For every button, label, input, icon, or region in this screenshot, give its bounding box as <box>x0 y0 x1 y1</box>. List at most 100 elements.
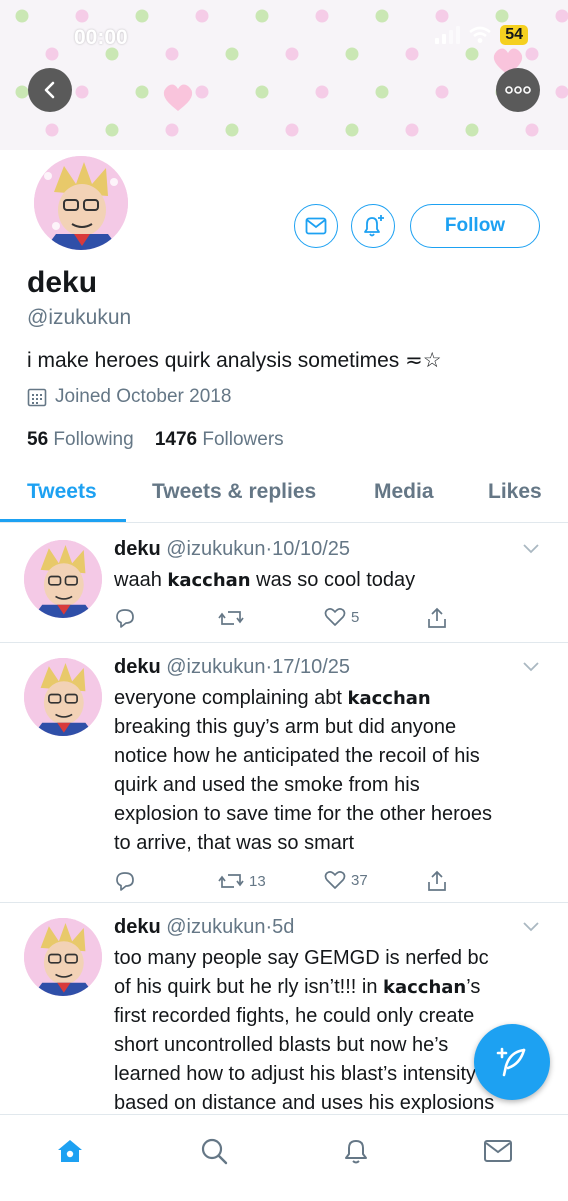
message-button[interactable] <box>294 204 338 248</box>
banner-pattern <box>0 0 568 150</box>
retweet-button[interactable]: 13 <box>218 870 266 892</box>
heart-icon <box>324 607 346 627</box>
bell-plus-icon <box>360 213 386 239</box>
retweet-icon <box>218 870 244 892</box>
followers-count: 1476 <box>155 429 197 450</box>
tweet-avatar[interactable] <box>24 540 102 618</box>
bottom-navigation <box>0 1114 568 1201</box>
tweet-avatar[interactable] <box>24 918 102 996</box>
profile-avatar[interactable] <box>34 156 128 250</box>
status-icons: 54 <box>435 25 528 45</box>
tweet-actions: 5 <box>114 607 454 633</box>
reply-button[interactable] <box>114 607 136 629</box>
tweet-options-button[interactable] <box>522 660 540 678</box>
share-icon <box>426 607 448 629</box>
feather-plus-icon <box>494 1044 530 1080</box>
calendar-icon <box>27 387 47 407</box>
like-button[interactable]: 37 <box>324 870 368 890</box>
tweet-text-line: breaking this guy’s arm but did anyone <box>114 713 544 742</box>
profile-bio: i make heroes quirk analysis sometimes ≂… <box>27 348 442 373</box>
tweet-header: deku @izukukun·5d <box>114 916 294 939</box>
profile-tabs: Tweets Tweets & replies Media Likes <box>0 470 568 523</box>
like-count: 5 <box>351 609 359 626</box>
reply-icon <box>114 870 136 892</box>
followers-link[interactable]: 1476 Followers <box>155 429 284 450</box>
tweet[interactable]: deku @izukukun·17/10/25 everyone complai… <box>0 642 568 903</box>
tweet-text-line: everyone complaining abt kacchan <box>114 684 544 713</box>
bell-icon <box>341 1136 371 1166</box>
following-label: Following <box>53 429 133 450</box>
tweet-header: deku @izukukun·10/10/25 <box>114 538 350 561</box>
follow-stats: 56 Following 1476 Followers <box>27 429 284 451</box>
tweet-text-line: quirk and used the smoke from his <box>114 771 544 800</box>
tweet-options-button[interactable] <box>522 542 540 560</box>
tweet-author-name: deku <box>114 916 161 938</box>
chevron-down-icon <box>522 661 540 673</box>
envelope-icon <box>305 217 327 235</box>
share-icon <box>426 870 448 892</box>
signal-icon <box>435 26 460 44</box>
avatar-illustration <box>34 156 128 250</box>
avatar-illustration <box>24 658 102 736</box>
tweet-text-line: to arrive, that was so smart <box>114 829 544 858</box>
chevron-down-icon <box>522 921 540 933</box>
nav-messages[interactable] <box>478 1133 518 1169</box>
home-icon <box>55 1136 85 1166</box>
tweet-text: waah kacchan was so cool today <box>114 566 544 595</box>
reply-button[interactable] <box>114 870 136 892</box>
tweet-actions: 13 37 <box>114 870 454 896</box>
more-dots-icon <box>505 86 531 94</box>
envelope-icon <box>483 1138 513 1164</box>
tweet-handle-date: @izukukun·5d <box>166 916 294 938</box>
notifications-toggle-button[interactable] <box>351 204 395 248</box>
retweet-count: 13 <box>249 873 266 890</box>
tweet-text: everyone complaining abt kacchanbreaking… <box>114 684 544 858</box>
avatar-illustration <box>24 918 102 996</box>
tweet-author-name: deku <box>114 538 161 560</box>
share-button[interactable] <box>426 607 448 629</box>
profile-joined: Joined October 2018 <box>27 386 231 408</box>
nav-home[interactable] <box>50 1133 90 1169</box>
reply-icon <box>114 607 136 629</box>
profile-display-name: deku <box>27 266 97 300</box>
tab-media[interactable]: Media <box>374 480 434 504</box>
profile-handle: @izukukun <box>27 306 131 330</box>
tab-likes[interactable]: Likes <box>488 480 542 504</box>
tab-tweets-replies[interactable]: Tweets & replies <box>152 480 316 504</box>
nav-notifications[interactable] <box>336 1133 376 1169</box>
tab-tweets[interactable]: Tweets <box>27 480 97 504</box>
avatar-illustration <box>24 540 102 618</box>
retweet-icon <box>218 607 244 629</box>
tweet-text-line: explosion to save time for the other her… <box>114 800 544 829</box>
back-button[interactable] <box>28 68 72 112</box>
tweet-text-line: too many people say GEMGD is nerfed bc <box>114 944 544 973</box>
more-button[interactable] <box>496 68 540 112</box>
profile-banner <box>0 0 568 150</box>
following-count: 56 <box>27 429 48 450</box>
battery-badge: 54 <box>500 25 528 45</box>
wifi-icon <box>468 26 492 44</box>
tweet-text: too many people say GEMGD is nerfed bcof… <box>114 944 544 1118</box>
like-button[interactable]: 5 <box>324 607 359 627</box>
tweet-text-line: first recorded fights, he could only cre… <box>114 1002 544 1031</box>
tweet-handle-date: @izukukun·10/10/25 <box>166 538 350 560</box>
following-link[interactable]: 56 Following <box>27 429 134 450</box>
compose-tweet-button[interactable] <box>474 1024 550 1100</box>
active-tab-indicator <box>0 519 126 522</box>
tweet-avatar[interactable] <box>24 658 102 736</box>
chevron-down-icon <box>522 543 540 555</box>
heart-icon <box>324 870 346 890</box>
follow-button[interactable]: Follow <box>410 204 540 248</box>
tweet[interactable]: deku @izukukun·10/10/25 waah kacchan was… <box>0 524 568 643</box>
chevron-left-icon <box>40 80 60 100</box>
tweet-header: deku @izukukun·17/10/25 <box>114 656 350 679</box>
share-button[interactable] <box>426 870 448 892</box>
status-time: 00:00 <box>74 26 128 50</box>
nav-search[interactable] <box>194 1133 234 1169</box>
tweet-author-name: deku <box>114 656 161 678</box>
tweet-text-line: of his quirk but he rly isn’t!!! in kacc… <box>114 973 544 1002</box>
retweet-button[interactable] <box>218 607 249 629</box>
joined-text: Joined October 2018 <box>55 386 231 408</box>
tweet-options-button[interactable] <box>522 920 540 938</box>
tweet-text-line: notice how he anticipated the recoil of … <box>114 742 544 771</box>
